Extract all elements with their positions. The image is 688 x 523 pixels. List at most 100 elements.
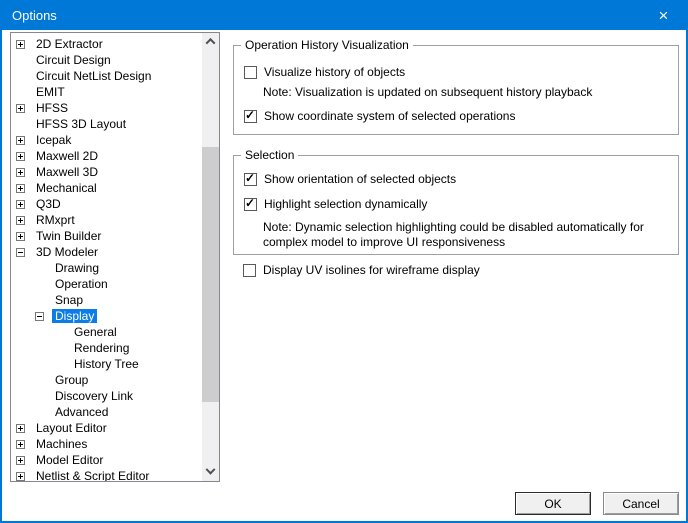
tree-item-machines[interactable]: Machines [11, 436, 202, 452]
tree-item-rendering[interactable]: Rendering [11, 340, 202, 356]
expand-plus-icon[interactable] [16, 215, 33, 225]
expand-plus-icon[interactable] [16, 167, 33, 177]
tree-item-label[interactable]: RMxprt [33, 213, 78, 227]
tree-item-label[interactable]: 3D Modeler [33, 245, 101, 259]
checkbox-row-visualize-history-of-objects[interactable]: Visualize history of objects [244, 64, 678, 80]
tree-item-label[interactable]: Mechanical [33, 181, 100, 195]
checkbox-checked[interactable]: ✓ [244, 107, 257, 123]
expand-plus-icon[interactable] [16, 151, 33, 161]
tree-item-hfss[interactable]: HFSS [11, 100, 202, 116]
cancel-button[interactable]: Cancel [603, 492, 679, 515]
tree-item-3d-modeler[interactable]: 3D Modeler [11, 244, 202, 260]
tree-item-snap[interactable]: Snap [11, 292, 202, 308]
group-title: Selection [241, 148, 299, 162]
tree-item-circuit-netlist-design[interactable]: Circuit NetList Design [11, 68, 202, 84]
tree-item-advanced[interactable]: Advanced [11, 404, 202, 420]
checkbox-checked[interactable]: ✓ [244, 170, 257, 186]
tree-scrollbar[interactable] [202, 33, 219, 481]
expand-plus-icon[interactable] [16, 423, 33, 433]
tree-item-layout-editor[interactable]: Layout Editor [11, 420, 202, 436]
checkbox-row-show-coordinate-system-of-selected-operations[interactable]: ✓ Show coordinate system of selected oper… [244, 108, 678, 124]
options-dialog: Options × 2D Extractor Circuit Design Circ… [0, 0, 688, 523]
tree-item-display[interactable]: Display [11, 308, 202, 324]
tree-item-model-editor[interactable]: Model Editor [11, 452, 202, 468]
tree-item-label[interactable]: Q3D [33, 197, 64, 211]
checkmark-icon: ✓ [245, 107, 256, 122]
tree-item-discovery-link[interactable]: Discovery Link [11, 388, 202, 404]
tree-item-label[interactable]: General [71, 325, 120, 339]
tree-item-2d-extractor[interactable]: 2D Extractor [11, 36, 202, 52]
checkbox[interactable] [243, 263, 256, 277]
expand-plus-icon[interactable] [16, 471, 33, 481]
tree-item-label[interactable]: Snap [52, 293, 86, 307]
title-bar[interactable]: Options × [2, 0, 686, 30]
checkbox-label: Visualize history of objects [264, 65, 406, 79]
expand-plus-icon[interactable] [16, 135, 33, 145]
tree-item-operation[interactable]: Operation [11, 276, 202, 292]
collapse-minus-icon[interactable] [35, 311, 52, 321]
checkbox-checked[interactable]: ✓ [244, 195, 257, 211]
tree-item-history-tree[interactable]: History Tree [11, 356, 202, 372]
tree-item-general[interactable]: General [11, 324, 202, 340]
tree-item-rmxprt[interactable]: RMxprt [11, 212, 202, 228]
tree-item-drawing[interactable]: Drawing [11, 260, 202, 276]
checkbox-unchecked[interactable] [244, 65, 257, 79]
tree-item-label[interactable]: EMIT [33, 85, 68, 99]
tree-item-label[interactable]: History Tree [71, 357, 142, 371]
tree-item-label[interactable]: Circuit NetList Design [33, 69, 154, 83]
tree-items-container: 2D Extractor Circuit Design Circuit NetLis… [11, 36, 202, 481]
expand-plus-icon[interactable] [16, 439, 33, 449]
tree-item-label[interactable]: Discovery Link [52, 389, 136, 403]
expand-plus-icon[interactable] [16, 183, 33, 193]
tree-item-emit[interactable]: EMIT [11, 84, 202, 100]
tree-item-label[interactable]: Maxwell 3D [33, 165, 101, 179]
checkbox-row-show-orientation-of-selected-objects[interactable]: ✓ Show orientation of selected objects [244, 171, 678, 187]
checkbox-row-display-uv-isolines[interactable]: Display UV isolines for wireframe displa… [243, 262, 480, 278]
tree-item-twin-builder[interactable]: Twin Builder [11, 228, 202, 244]
tree-item-hfss-3d-layout[interactable]: HFSS 3D Layout [11, 116, 202, 132]
tree-item-maxwell-3d[interactable]: Maxwell 3D [11, 164, 202, 180]
tree-item-label[interactable]: Netlist & Script Editor [33, 469, 152, 481]
tree-item-maxwell-2d[interactable]: Maxwell 2D [11, 148, 202, 164]
expand-plus-icon[interactable] [16, 103, 33, 113]
tree-item-label[interactable]: Group [52, 373, 91, 387]
tree-item-circuit-design[interactable]: Circuit Design [11, 52, 202, 68]
checkmark-icon: ✓ [245, 195, 256, 210]
tree-item-label[interactable]: Display [52, 309, 98, 323]
tree-item-label[interactable]: Layout Editor [33, 421, 110, 435]
tree-item-label[interactable]: Circuit Design [33, 53, 114, 67]
tree-item-label[interactable]: Twin Builder [33, 229, 104, 243]
checkbox-row-highlight-selection-dynamically[interactable]: ✓ Highlight selection dynamically [244, 196, 678, 212]
tree-item-label[interactable]: HFSS 3D Layout [33, 117, 129, 131]
tree-item-label[interactable]: HFSS [33, 101, 71, 115]
tree-item-label[interactable]: Operation [52, 277, 111, 291]
tree-item-label[interactable]: Rendering [71, 341, 132, 355]
checkbox-label: Display UV isolines for wireframe displa… [263, 263, 480, 277]
checkmark-icon: ✓ [245, 170, 256, 185]
scrollbar-thumb[interactable] [202, 147, 219, 402]
close-icon[interactable]: × [641, 0, 686, 30]
scrollbar-up-button[interactable] [202, 33, 219, 50]
tree-item-label[interactable]: Advanced [52, 405, 111, 419]
tree-item-group[interactable]: Group [11, 372, 202, 388]
tree-item-netlist-script-editor[interactable]: Netlist & Script Editor [11, 468, 202, 481]
expand-plus-icon[interactable] [16, 199, 33, 209]
chevron-down-icon [205, 464, 216, 475]
chevron-up-icon [205, 37, 216, 48]
expand-plus-icon[interactable] [16, 39, 33, 49]
tree-item-q3d[interactable]: Q3D [11, 196, 202, 212]
expand-plus-icon[interactable] [16, 455, 33, 465]
tree-item-mechanical[interactable]: Mechanical [11, 180, 202, 196]
tree-item-label[interactable]: Drawing [52, 261, 102, 275]
expand-plus-icon[interactable] [16, 231, 33, 241]
collapse-minus-icon[interactable] [16, 247, 33, 257]
tree-item-label[interactable]: 2D Extractor [33, 37, 106, 51]
scrollbar-down-button[interactable] [202, 464, 219, 481]
tree-item-label[interactable]: Maxwell 2D [33, 149, 101, 163]
tree-item-icepak[interactable]: Icepak [11, 132, 202, 148]
tree-item-label[interactable]: Machines [33, 437, 90, 451]
tree-item-label[interactable]: Model Editor [33, 453, 106, 467]
ok-button[interactable]: OK [515, 492, 591, 515]
options-tree[interactable]: 2D Extractor Circuit Design Circuit NetLis… [10, 32, 220, 482]
tree-item-label[interactable]: Icepak [33, 133, 74, 147]
